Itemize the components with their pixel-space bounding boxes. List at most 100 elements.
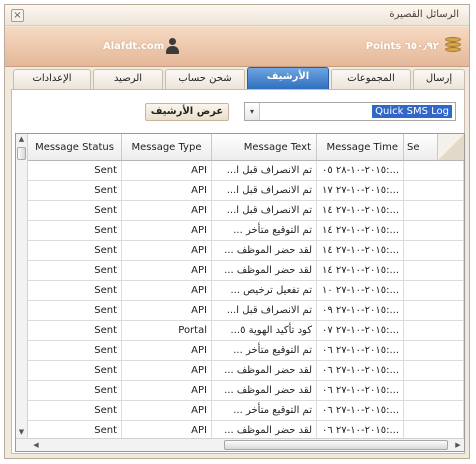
- cell-status: Sent: [28, 381, 122, 401]
- table-row[interactable]: Sent API تم التوقيع متأخر ... ٢٠١٥-١٠-٢٧ ٠٦…: [28, 401, 464, 421]
- scroll-right-icon[interactable]: ▶: [452, 439, 464, 451]
- cell-text: لقد حضر الموظف ...: [212, 241, 317, 261]
- cell-sender: [404, 341, 464, 361]
- cell-type: API: [122, 401, 212, 421]
- cell-text: تم التوقيع متأخر ...: [212, 401, 317, 421]
- scroll-down-icon[interactable]: ▼: [16, 427, 27, 438]
- cell-time: ٢٠١٥-١٠-٢٧ ٠٧:...: [317, 321, 404, 341]
- column-header-type[interactable]: Message Type: [122, 134, 212, 161]
- tab-recharge[interactable]: شحن حساب: [165, 69, 245, 89]
- column-header-status[interactable]: Message Status: [28, 134, 122, 161]
- cell-time: ٢٠١٥-١٠-٢٧ ١٤:...: [317, 201, 404, 221]
- cell-time: ٢٠١٥-١٠-٢٧ ٠٦:...: [317, 401, 404, 421]
- cell-time: ٢٠١٥-١٠-٢٧ ١٤:...: [317, 241, 404, 261]
- table-row[interactable]: Sent Portal كود تأكيد الهوية ٥... ٢٠١٥-١٠-٢…: [28, 321, 464, 341]
- column-header-sender[interactable]: Se: [404, 134, 438, 161]
- account-username: Alafdt.com: [103, 41, 165, 52]
- column-header-text[interactable]: Message Text: [212, 134, 317, 161]
- vertical-scrollbar[interactable]: ▲ ▼: [16, 134, 28, 438]
- cell-status: Sent: [28, 161, 122, 181]
- cell-time: ٢٠١٥-١٠-٢٨ ٠٥:...: [317, 161, 404, 181]
- tab-groups[interactable]: المجموعات: [331, 69, 411, 89]
- show-archive-button[interactable]: عرض الأرشيف: [145, 103, 229, 121]
- cell-text: تم التوقيع متأخر ...: [212, 221, 317, 241]
- coins-icon: [445, 37, 461, 55]
- log-type-select[interactable]: ▾ Quick SMS Log: [244, 102, 456, 121]
- tab-settings[interactable]: الإعدادات: [13, 69, 91, 89]
- cell-text: تم تفعيل ترخيص ...: [212, 281, 317, 301]
- cell-sender: [404, 381, 464, 401]
- tab-archive[interactable]: الأرشيف: [247, 67, 329, 89]
- window-title: الرسائل القصيرة: [389, 9, 459, 20]
- cell-status: Sent: [28, 301, 122, 321]
- cell-type: API: [122, 241, 212, 261]
- cell-type: API: [122, 261, 212, 281]
- cell-time: ٢٠١٥-١٠-٢٧ ٠٩:...: [317, 301, 404, 321]
- cell-type: API: [122, 301, 212, 321]
- table-row[interactable]: Sent API لقد حضر الموظف ... ٢٠١٥-١٠-٢٧ ١٤:.…: [28, 241, 464, 261]
- cell-time: ٢٠١٥-١٠-٢٧ ١٤:...: [317, 221, 404, 241]
- cell-sender: [404, 261, 464, 281]
- table-row[interactable]: Sent API لقد حضر الموظف ... ٢٠١٥-١٠-٢٧ ١٤:.…: [28, 261, 464, 281]
- cell-status: Sent: [28, 241, 122, 261]
- scroll-left-icon[interactable]: ◀: [30, 439, 42, 451]
- cell-sender: [404, 321, 464, 341]
- table-row[interactable]: Sent API تم تفعيل ترخيص ... ٢٠١٥-١٠-٢٧ ١٠:.…: [28, 281, 464, 301]
- cell-time: ٢٠١٥-١٠-٢٧ ٠٦:...: [317, 341, 404, 361]
- cell-text: تم الانصراف قبل ا...: [212, 301, 317, 321]
- title-bar: × الرسائل القصيرة: [5, 5, 469, 26]
- table-row[interactable]: Sent API لقد حضر الموظف ... ٢٠١٥-١٠-٢٧ ٠٦:.…: [28, 381, 464, 401]
- cell-status: Sent: [28, 361, 122, 381]
- vertical-scroll-thumb[interactable]: [17, 147, 26, 160]
- cell-status: Sent: [28, 201, 122, 221]
- points-balance: Points ٦٥٠٫٩٢: [365, 41, 439, 52]
- column-header-time[interactable]: Message Time: [317, 134, 404, 161]
- table-row[interactable]: Sent API لقد حضر الموظف ... ٢٠١٥-١٠-٢٧ ٠٦:.…: [28, 361, 464, 381]
- horizontal-scroll-thumb[interactable]: [224, 440, 448, 450]
- cell-text: تم الانصراف قبل ا...: [212, 161, 317, 181]
- cell-type: API: [122, 381, 212, 401]
- cell-sender: [404, 301, 464, 321]
- user-icon: [165, 38, 179, 54]
- table-row[interactable]: Sent API تم الانصراف قبل ا... ٢٠١٥-١٠-٢٧ ١٤…: [28, 201, 464, 221]
- scroll-up-icon[interactable]: ▲: [16, 134, 27, 145]
- cell-status: Sent: [28, 181, 122, 201]
- cell-status: Sent: [28, 281, 122, 301]
- cell-type: API: [122, 161, 212, 181]
- cell-status: Sent: [28, 321, 122, 341]
- table-row[interactable]: Sent API تم الانصراف قبل ا... ٢٠١٥-١٠-٢٧ ١٧…: [28, 181, 464, 201]
- cell-status: Sent: [28, 401, 122, 421]
- table-body: Message Status Message Type Message Text…: [28, 134, 464, 441]
- cell-text: لقد حضر الموظف ...: [212, 261, 317, 281]
- cell-sender: [404, 241, 464, 261]
- cell-sender: [404, 401, 464, 421]
- cell-text: كود تأكيد الهوية ٥...: [212, 321, 317, 341]
- log-type-selected-value: Quick SMS Log: [372, 105, 452, 118]
- cell-type: API: [122, 201, 212, 221]
- cell-sender: [404, 281, 464, 301]
- cell-text: تم الانصراف قبل ا...: [212, 201, 317, 221]
- cell-text: تم التوقيع متأخر ...: [212, 341, 317, 361]
- cell-type: API: [122, 181, 212, 201]
- cell-sender: [404, 361, 464, 381]
- tab-send[interactable]: إرسال: [413, 69, 465, 89]
- messages-table: Message Status Message Type Message Text…: [15, 133, 465, 452]
- cell-time: ٢٠١٥-١٠-٢٧ ٠٦:...: [317, 381, 404, 401]
- chevron-down-icon[interactable]: ▾: [245, 103, 260, 120]
- cell-sender: [404, 181, 464, 201]
- account-header: Alafdt.com Points ٦٥٠٫٩٢: [5, 27, 469, 67]
- cell-sender: [404, 201, 464, 221]
- cell-text: لقد حضر الموظف ...: [212, 381, 317, 401]
- table-row[interactable]: Sent API تم التوقيع متأخر ... ٢٠١٥-١٠-٢٧ ٠٦…: [28, 341, 464, 361]
- archive-panel: عرض الأرشيف ▾ Quick SMS Log Message Stat…: [11, 89, 465, 454]
- table-row[interactable]: Sent API تم التوقيع متأخر ... ٢٠١٥-١٠-٢٧ ١٤…: [28, 221, 464, 241]
- close-icon[interactable]: ×: [11, 9, 24, 22]
- cell-status: Sent: [28, 341, 122, 361]
- table-row[interactable]: Sent API تم الانصراف قبل ا... ٢٠١٥-١٠-٢٧ ٠٩…: [28, 301, 464, 321]
- cell-status: Sent: [28, 221, 122, 241]
- tab-balance[interactable]: الرصيد: [93, 69, 163, 89]
- cell-time: ٢٠١٥-١٠-٢٧ ١٠:...: [317, 281, 404, 301]
- table-corner: [438, 134, 464, 161]
- horizontal-scrollbar[interactable]: ◀ ▶: [16, 438, 464, 451]
- table-row[interactable]: Sent API تم الانصراف قبل ا... ٢٠١٥-١٠-٢٨ ٠٥…: [28, 161, 464, 181]
